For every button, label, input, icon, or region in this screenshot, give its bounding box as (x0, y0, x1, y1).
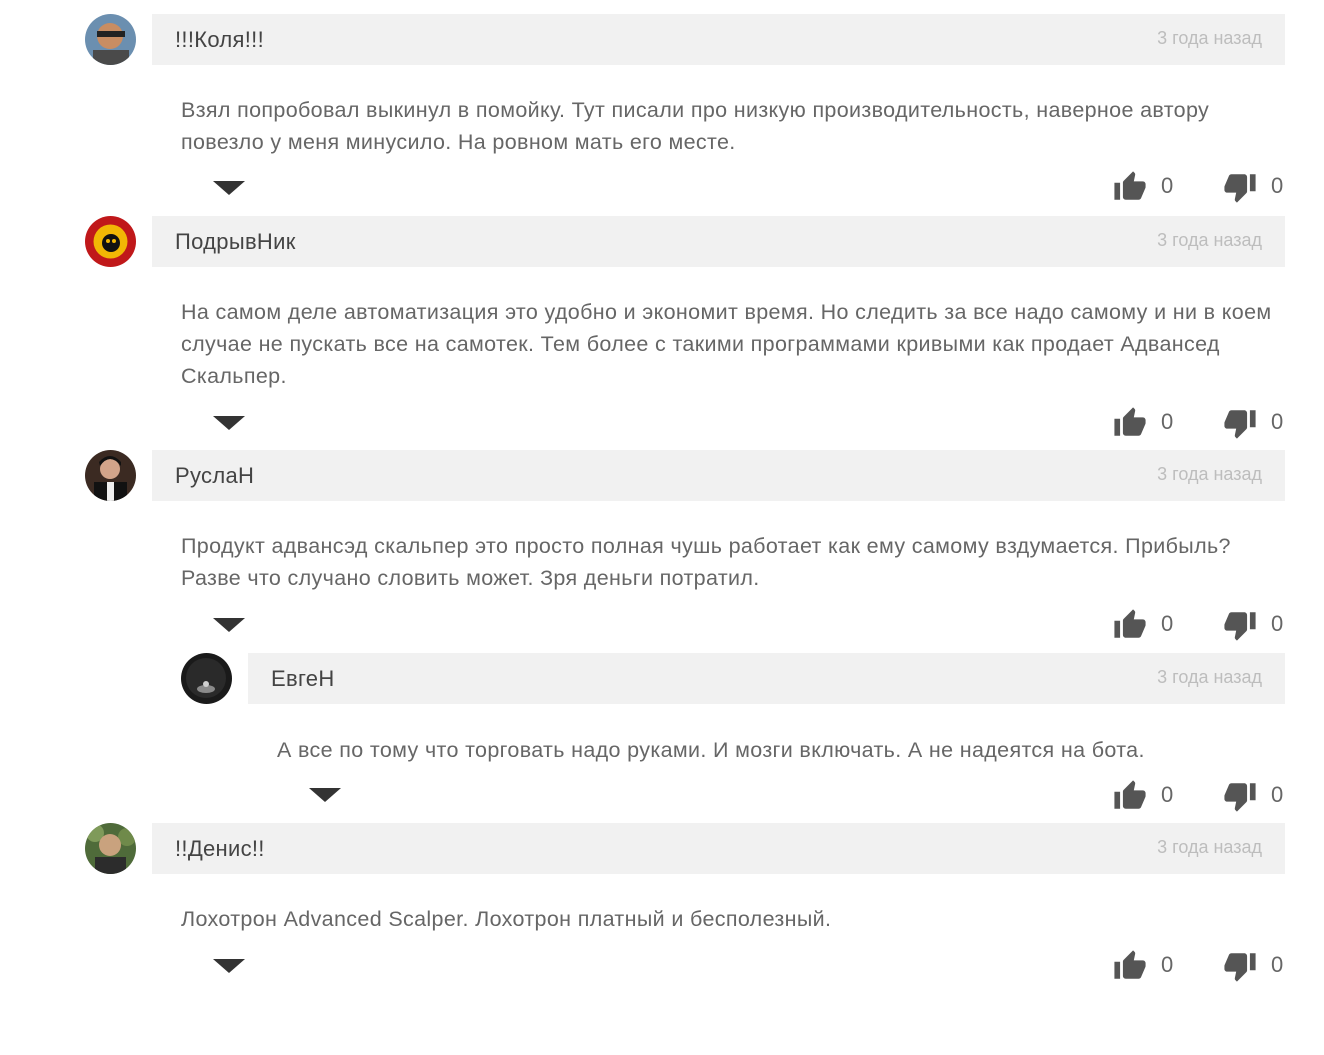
vote-bar: 0 0 (1105, 170, 1285, 203)
comment-date: 3 года назад (1157, 464, 1262, 484)
thumbs-down-icon (1224, 612, 1256, 641)
like-count: 0 (1161, 952, 1174, 977)
comment-header: ЕвгеН 3 года назад (248, 653, 1285, 704)
dislike-count: 0 (1271, 409, 1284, 434)
thumbs-down-icon (1224, 953, 1256, 982)
thumbs-down-icon (1224, 783, 1256, 812)
thumbs-up-icon (1114, 407, 1146, 436)
avatar[interactable] (85, 216, 136, 267)
author-name[interactable]: ЕвгеН (271, 666, 335, 692)
thumbs-down-icon (1224, 174, 1256, 203)
comment-item: ПодрывНик 3 года назад На самом деле авт… (0, 216, 1324, 441)
avatar[interactable] (85, 14, 136, 65)
like-count: 0 (1161, 782, 1174, 807)
author-name[interactable]: !!!Коля!!! (175, 27, 264, 53)
dislike-count: 0 (1271, 782, 1284, 807)
author-name[interactable]: РуслаН (175, 463, 254, 489)
vote-bar: 0 0 (1105, 949, 1285, 982)
author-name[interactable]: ПодрывНик (175, 229, 296, 255)
caret-down-icon[interactable] (309, 788, 341, 802)
avatar[interactable] (85, 450, 136, 501)
thumbs-up-icon (1114, 950, 1146, 979)
comment-text: На самом деле автоматизация это удобно и… (181, 300, 1272, 388)
dislike-count: 0 (1271, 952, 1284, 977)
vote-bar: 0 0 (1105, 608, 1285, 641)
comment-item: !!!Коля!!! 3 года назад Взял попробовал … (0, 14, 1324, 204)
comment-text: Лохотрон Advanced Scalper. Лохотрон плат… (181, 907, 832, 931)
caret-down-icon[interactable] (213, 416, 245, 430)
thumbs-up-icon (1114, 171, 1146, 200)
vote-bar: 0 0 (1105, 779, 1285, 812)
caret-down-icon[interactable] (213, 618, 245, 632)
author-name[interactable]: !!Денис!! (175, 836, 265, 862)
avatar[interactable] (85, 823, 136, 874)
dislike-count: 0 (1271, 611, 1284, 636)
vote-bar: 0 0 (1105, 406, 1285, 439)
thumbs-down-icon (1224, 410, 1256, 439)
comment-date: 3 года назад (1157, 230, 1262, 250)
dislike-count: 0 (1271, 173, 1284, 198)
caret-down-icon[interactable] (213, 181, 245, 195)
comment-header: !!Денис!! 3 года назад (152, 823, 1285, 874)
reply-item: ЕвгеН 3 года назад А все по тому что тор… (0, 653, 1324, 813)
thumbs-up-icon (1114, 609, 1146, 638)
like-count: 0 (1161, 611, 1174, 636)
comment-date: 3 года назад (1157, 837, 1262, 857)
comment-item: РуслаН 3 года назад Продукт адвансэд ска… (0, 450, 1324, 645)
comment-item: !!Денис!! 3 года назад Лохотрон Advanced… (0, 823, 1324, 983)
comment-header: РуслаН 3 года назад (152, 450, 1285, 501)
like-count: 0 (1161, 173, 1174, 198)
comment-text: А все по тому что торговать надо руками.… (277, 738, 1145, 762)
caret-down-icon[interactable] (213, 959, 245, 973)
like-count: 0 (1161, 409, 1174, 434)
comment-date: 3 года назад (1157, 667, 1262, 687)
comment-header: !!!Коля!!! 3 года назад (152, 14, 1285, 65)
comment-text: Взял попробовал выкинул в помойку. Тут п… (181, 98, 1210, 154)
thumbs-up-icon (1114, 780, 1146, 809)
comment-text: Продукт адвансэд скальпер это просто пол… (181, 534, 1231, 590)
comment-header: ПодрывНик 3 года назад (152, 216, 1285, 267)
comment-date: 3 года назад (1157, 28, 1262, 48)
avatar[interactable] (181, 653, 232, 704)
